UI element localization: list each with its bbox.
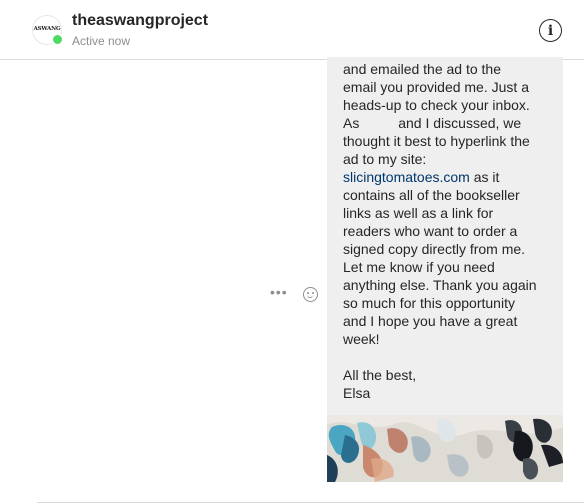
signature-line: Elsa xyxy=(343,385,371,401)
message-line: Let me know if you need xyxy=(343,259,495,275)
message-line: and emailed the ad to the xyxy=(343,61,502,77)
emoji-mouth xyxy=(307,294,313,298)
message-line: as it xyxy=(469,169,500,185)
message-line: As and I discussed, we xyxy=(343,115,522,131)
message-line: email you provided me. Just a xyxy=(343,79,529,95)
avatar-logo-text: ASWANG xyxy=(33,26,61,33)
avatar[interactable]: ASWANG xyxy=(32,15,64,46)
chat-header: ASWANG theaswangproject Active now i xyxy=(0,0,584,60)
active-status: Active now xyxy=(72,34,131,48)
message-line: week! xyxy=(343,331,380,347)
online-status-dot xyxy=(51,33,64,46)
more-options-icon[interactable]: ••• xyxy=(270,285,288,299)
message-line: readers who want to order a xyxy=(343,223,518,239)
message-bubble: and emailed the ad to the email you prov… xyxy=(327,57,563,415)
signoff-line: All the best, xyxy=(343,367,417,383)
site-link[interactable]: slicingtomatoes.com xyxy=(343,169,470,185)
message-line: thought it best to hyperlink the xyxy=(343,133,530,149)
message-line: and I hope you have a great xyxy=(343,313,518,329)
info-glyph: i xyxy=(547,22,554,39)
message-line: heads-up to check your inbox. xyxy=(343,97,530,113)
info-icon[interactable]: i xyxy=(539,19,562,42)
shared-image[interactable] xyxy=(327,415,563,482)
abstract-artwork-image xyxy=(327,415,563,482)
message-line: anything else. Thank you again xyxy=(343,277,537,293)
message-line: ad to my site: xyxy=(343,151,427,167)
message-text: and emailed the ad to the email you prov… xyxy=(343,60,563,402)
message-line: signed copy directly from me. xyxy=(343,241,526,257)
message-line: contains all of the bookseller xyxy=(343,187,520,203)
chat-username[interactable]: theaswangproject xyxy=(72,12,208,30)
emoji-react-icon[interactable] xyxy=(303,287,318,302)
message-line: so much for this opportunity xyxy=(343,295,515,311)
message-line: links as well as a link for xyxy=(343,205,494,221)
